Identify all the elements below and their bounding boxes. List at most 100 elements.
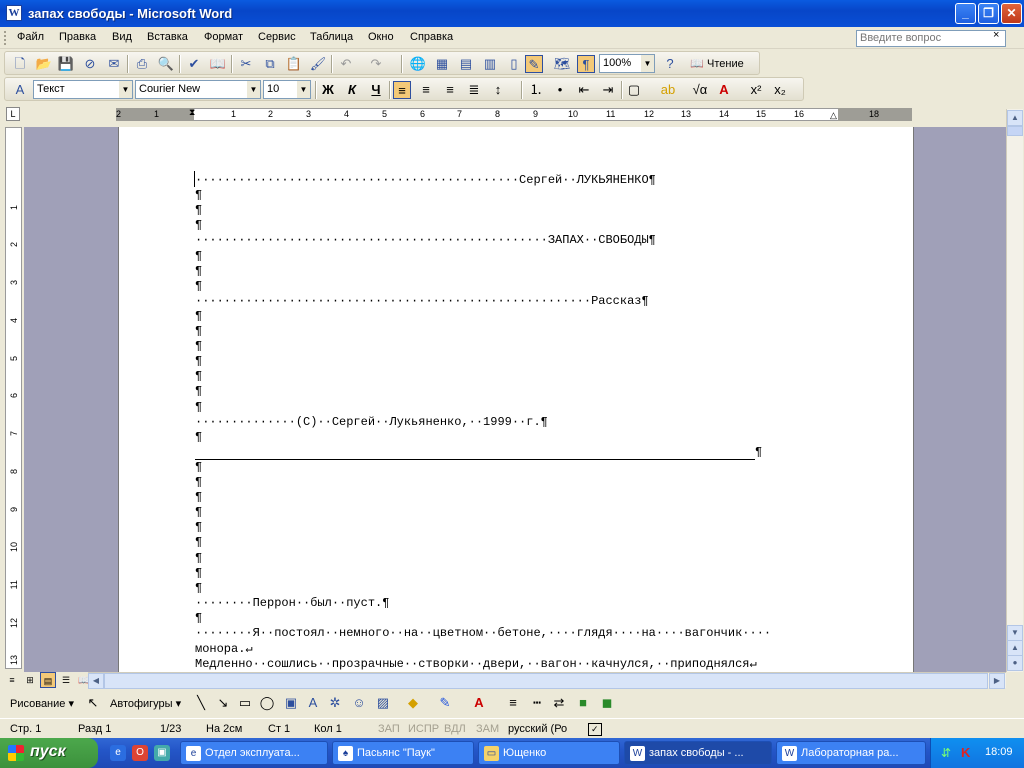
- line-icon[interactable]: ╲: [192, 694, 210, 712]
- permission-icon[interactable]: ⊘: [81, 55, 99, 73]
- print-icon[interactable]: ⎙: [133, 55, 151, 73]
- oval-icon[interactable]: ◯: [258, 694, 276, 712]
- email-icon[interactable]: ✉: [105, 55, 123, 73]
- autoshapes-menu[interactable]: Автофигуры ▾: [110, 697, 181, 710]
- ie-icon[interactable]: e: [110, 745, 126, 761]
- menu-file[interactable]: Файл: [17, 31, 44, 43]
- undo-icon[interactable]: ↶: [337, 55, 355, 73]
- columns-icon[interactable]: ▯: [505, 55, 523, 73]
- horizontal-scrollbar[interactable]: ◀ ▶: [88, 672, 1006, 689]
- insert-table-icon[interactable]: ▤: [457, 55, 475, 73]
- status-extend[interactable]: ВДЛ: [444, 723, 466, 735]
- underline-icon[interactable]: Ч: [367, 81, 385, 99]
- menu-window[interactable]: Окно: [368, 31, 394, 43]
- fill-color-icon[interactable]: ◆: [404, 694, 422, 712]
- browse-object-button[interactable]: ●: [1007, 655, 1023, 671]
- redo-icon[interactable]: ↷: [367, 55, 385, 73]
- task-button-active[interactable]: Wзапах свободы - ...: [624, 741, 772, 765]
- align-center-icon[interactable]: ≡: [417, 81, 435, 99]
- shadow-icon[interactable]: ■: [574, 694, 592, 712]
- document-line[interactable]: ········································…: [195, 294, 649, 308]
- spelling-icon[interactable]: ✔: [185, 55, 203, 73]
- chevron-down-icon[interactable]: ▼: [247, 81, 260, 98]
- font-select[interactable]: Courier New ▼: [135, 80, 261, 99]
- vertical-scrollbar[interactable]: ▲ ▼ ▲ ●: [1006, 109, 1023, 672]
- document-line[interactable]: ¶: [195, 566, 202, 580]
- document-line[interactable]: ¶: [195, 475, 202, 489]
- task-button[interactable]: e Отдел эксплуата...: [180, 741, 328, 765]
- 3d-icon[interactable]: ◼: [598, 694, 616, 712]
- copy-icon[interactable]: ⧉: [261, 55, 279, 73]
- align-left-icon[interactable]: ≡: [393, 81, 411, 99]
- rectangle-icon[interactable]: ▭: [236, 694, 254, 712]
- document-line[interactable]: ········································…: [195, 173, 656, 187]
- chevron-down-icon[interactable]: ▼: [641, 55, 654, 72]
- document-line[interactable]: ¶: [195, 581, 202, 595]
- line-spacing-icon[interactable]: ↕: [489, 81, 507, 99]
- spelling-status-icon[interactable]: ✓: [588, 723, 602, 736]
- scroll-up-button[interactable]: ▲: [1007, 110, 1023, 126]
- document-map-icon[interactable]: 🗺: [553, 55, 571, 73]
- document-line[interactable]: ¶: [195, 309, 202, 323]
- task-button[interactable]: ♠ Пасьянс "Паук": [332, 741, 474, 765]
- new-document-icon[interactable]: 🗋: [11, 55, 29, 73]
- outline-view-icon[interactable]: ☰: [58, 672, 74, 688]
- document-page[interactable]: [118, 127, 914, 672]
- menu-help[interactable]: Справка: [410, 31, 453, 43]
- print-layout-icon[interactable]: ▤: [40, 672, 56, 688]
- document-line[interactable]: ¶: [195, 520, 202, 534]
- menu-edit[interactable]: Правка: [59, 31, 96, 43]
- document-line[interactable]: ¶: [195, 400, 202, 414]
- document-line[interactable]: ¶: [195, 279, 202, 293]
- read-mode-button[interactable]: 📖 Чтение: [687, 55, 747, 73]
- first-line-indent-marker[interactable]: ⧗: [189, 107, 195, 118]
- restore-button[interactable]: ❐: [978, 3, 999, 24]
- right-indent-marker[interactable]: △: [830, 110, 837, 121]
- cut-icon[interactable]: ✂: [237, 55, 255, 73]
- show-desktop-icon[interactable]: ▣: [154, 745, 170, 761]
- document-line[interactable]: ··············(C)··Сергей··Лукьяненко,··…: [195, 415, 548, 429]
- document-line[interactable]: ¶: [195, 611, 202, 625]
- previous-page-button[interactable]: ▲: [1007, 640, 1023, 656]
- wordart-icon[interactable]: A: [304, 694, 322, 712]
- textbox-icon[interactable]: ▣: [282, 694, 300, 712]
- document-line[interactable]: ¶: [195, 339, 202, 353]
- document-line[interactable]: ¶: [195, 324, 202, 338]
- document-line[interactable]: ········································…: [195, 233, 656, 247]
- scroll-right-button[interactable]: ▶: [989, 673, 1005, 689]
- document-line[interactable]: ¶: [195, 460, 202, 474]
- italic-icon[interactable]: К: [343, 81, 361, 99]
- document-line[interactable]: ¶: [195, 188, 202, 202]
- subscript-icon[interactable]: x₂: [771, 81, 789, 99]
- chevron-down-icon[interactable]: ▼: [297, 81, 310, 98]
- status-record[interactable]: ЗАП: [378, 723, 400, 735]
- document-line[interactable]: ¶: [195, 369, 202, 383]
- document-line[interactable]: ¶: [195, 203, 202, 217]
- antivirus-icon[interactable]: K: [961, 745, 970, 760]
- menu-insert[interactable]: Вставка: [147, 31, 188, 43]
- bold-icon[interactable]: Ж: [319, 81, 337, 99]
- menu-grip[interactable]: [4, 31, 7, 45]
- font-color-icon[interactable]: A: [470, 694, 488, 712]
- document-line[interactable]: ¶: [195, 430, 202, 444]
- style-select[interactable]: Текст ▼: [33, 80, 133, 99]
- tab-stop-icon[interactable]: L: [6, 107, 20, 121]
- clock[interactable]: 18:09: [985, 746, 1013, 758]
- task-button[interactable]: ▭ Ющенко: [478, 741, 620, 765]
- align-right-icon[interactable]: ≡: [441, 81, 459, 99]
- document-line[interactable]: монора.↵: [195, 641, 253, 656]
- clipart-icon[interactable]: ☺: [350, 694, 368, 712]
- line-style-icon[interactable]: ≡: [504, 694, 522, 712]
- opera-icon[interactable]: O: [132, 745, 148, 761]
- help-close-icon[interactable]: ×: [993, 29, 999, 41]
- menu-format[interactable]: Формат: [204, 31, 243, 43]
- scroll-down-button[interactable]: ▼: [1007, 625, 1023, 641]
- scroll-thumb[interactable]: [104, 673, 988, 689]
- drawing-icon[interactable]: ✎: [525, 55, 543, 73]
- numbering-icon[interactable]: ⒈: [527, 81, 545, 99]
- close-button[interactable]: ✕: [1001, 3, 1022, 24]
- bullets-icon[interactable]: •: [551, 81, 569, 99]
- diagram-icon[interactable]: ✲: [326, 694, 344, 712]
- normal-view-icon[interactable]: ≡: [4, 672, 20, 688]
- research-icon[interactable]: 📖: [209, 55, 227, 73]
